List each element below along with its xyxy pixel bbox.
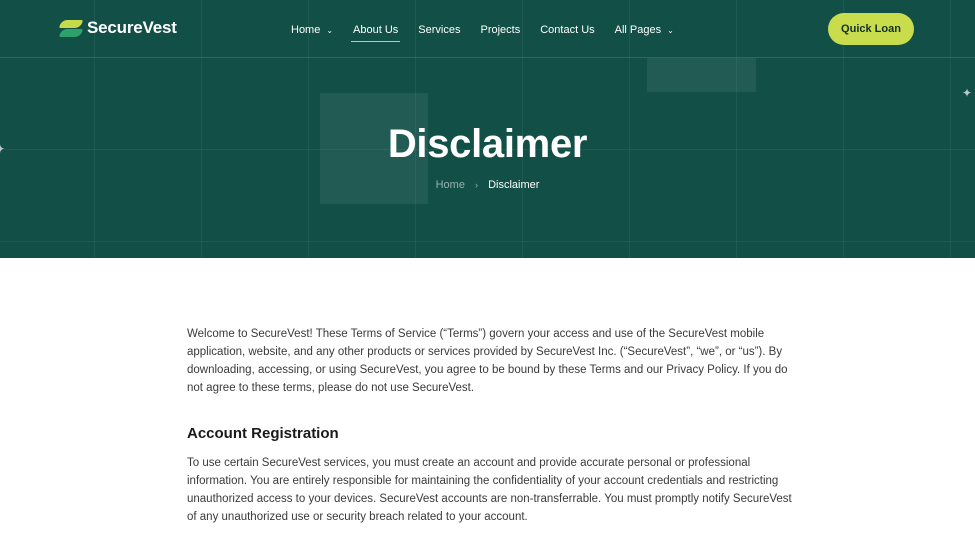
chevron-down-icon: ⌄ — [326, 25, 334, 35]
nav-menu: Home ⌄ About Us Services Projects Contac… — [291, 22, 694, 42]
nav-item-all-pages[interactable]: All Pages ⌄ — [615, 22, 674, 38]
quick-loan-button[interactable]: Quick Loan — [828, 13, 914, 45]
chevron-right-icon: › — [475, 180, 478, 190]
breadcrumb-current: Disclaimer — [488, 179, 540, 191]
main-navbar: SecureVest Home ⌄ About Us Services Proj… — [0, 0, 975, 58]
nav-item-services[interactable]: Services — [418, 22, 460, 38]
hero-decor-square — [647, 58, 756, 92]
brand-logo-icon — [59, 18, 83, 38]
intro-paragraph: Welcome to SecureVest! These Terms of Se… — [187, 328, 788, 394]
section-heading: Account Registration — [187, 425, 339, 442]
nav-item-label: Projects — [480, 24, 521, 36]
nav-item-label: Services — [418, 24, 461, 36]
brand-name: SecureVest — [87, 18, 177, 37]
breadcrumb: Home › Disclaimer — [0, 179, 975, 191]
page-title: Disclaimer — [387, 122, 588, 166]
brand-logo-link[interactable]: SecureVest — [59, 18, 177, 38]
sparkle-icon: ✦ — [962, 86, 973, 100]
disclaimer-content: Welcome to SecureVest! These Terms of Se… — [187, 325, 792, 526]
breadcrumb-home-link[interactable]: Home — [436, 179, 465, 191]
nav-item-label: All Pages — [614, 24, 662, 36]
nav-item-label: About Us — [353, 24, 399, 36]
chevron-down-icon: ⌄ — [667, 25, 674, 35]
nav-item-about-us[interactable]: About Us — [351, 22, 401, 42]
page-hero: ✦ ✦ SecureVest Home ⌄ About Us Services … — [0, 0, 975, 258]
nav-item-label: Home — [291, 24, 321, 36]
section-paragraph: To use certain SecureVest services, you … — [187, 457, 792, 523]
nav-item-contact-us[interactable]: Contact Us — [540, 22, 594, 38]
nav-item-projects[interactable]: Projects — [480, 22, 520, 38]
nav-item-home[interactable]: Home ⌄ — [291, 22, 333, 38]
nav-item-label: Contact Us — [540, 24, 595, 36]
